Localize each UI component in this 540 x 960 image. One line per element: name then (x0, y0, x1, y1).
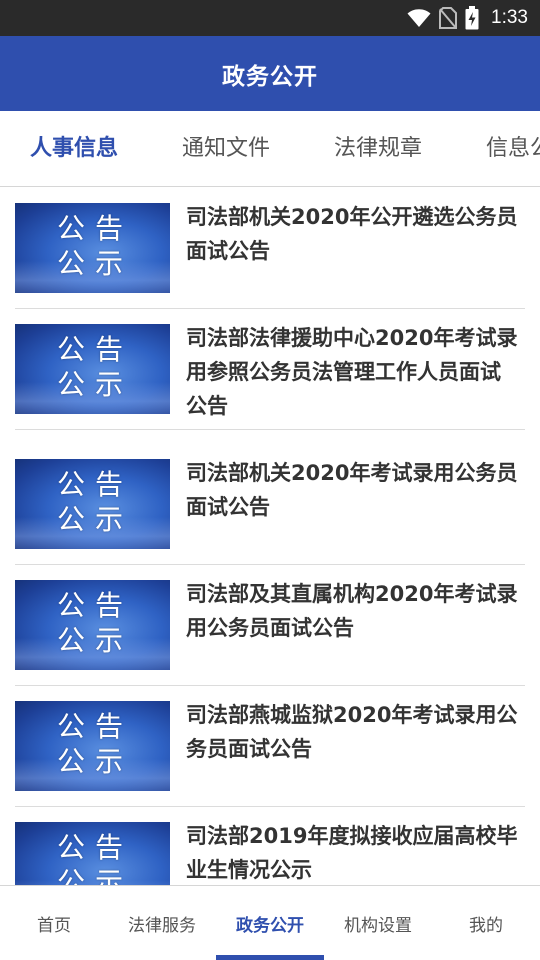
wifi-icon (407, 8, 431, 28)
news-item[interactable]: 公告 公示 司法部及其直属机构2020年考试录用公务员面试公告 (15, 565, 525, 686)
news-item[interactable]: 公告 公示 司法部2019年度拟接收应届高校毕业生情况公示 (15, 807, 525, 885)
nav-government-affairs[interactable]: 政务公开 (216, 886, 324, 960)
announcement-thumbnail: 公告 公示 (15, 822, 170, 885)
battery-charging-icon (465, 6, 479, 30)
announcement-thumbnail: 公告 公示 (15, 580, 170, 670)
news-title: 司法部2019年度拟接收应届高校毕业生情况公示 (186, 824, 518, 882)
category-tabs: 人事信息 通知文件 法律规章 信息公开 (0, 111, 540, 187)
news-title: 司法部机关2020年公开遴选公务员面试公告 (186, 205, 518, 263)
nav-legal-services[interactable]: 法律服务 (108, 886, 216, 960)
app-header: 政务公开 (0, 36, 540, 111)
tab-laws-regulations[interactable]: 法律规章 (334, 111, 422, 186)
news-item[interactable]: 公告 公示 司法部机关2020年公开遴选公务员面试公告 (15, 188, 525, 309)
status-bar: 1:33 (0, 0, 540, 36)
page-title: 政务公开 (222, 63, 318, 90)
status-time: 1:33 (491, 7, 528, 28)
active-nav-indicator (216, 955, 324, 960)
bottom-navigation: 首页 法律服务 政务公开 机构设置 我的 (0, 885, 540, 960)
tab-information-disclosure[interactable]: 信息公开 (486, 111, 540, 186)
news-item[interactable]: 公告 公示 司法部法律援助中心2020年考试录用参照公务员法管理工作人员面试公告 (15, 309, 525, 430)
news-item[interactable]: 公告 公示 司法部机关2020年考试录用公务员面试公告 (15, 444, 525, 565)
announcement-thumbnail: 公告 公示 (15, 324, 170, 414)
nav-institutions[interactable]: 机构设置 (324, 886, 432, 960)
tab-personnel-info[interactable]: 人事信息 (30, 111, 118, 186)
no-sim-icon (439, 7, 458, 29)
news-title: 司法部及其直属机构2020年考试录用公务员面试公告 (186, 582, 518, 640)
news-title: 司法部法律援助中心2020年考试录用参照公务员法管理工作人员面试公告 (186, 326, 518, 418)
news-title: 司法部机关2020年考试录用公务员面试公告 (186, 461, 518, 519)
news-title: 司法部燕城监狱2020年考试录用公务员面试公告 (186, 703, 518, 761)
news-list: 公告 公示 司法部机关2020年公开遴选公务员面试公告 公告 公示 司法部法律援… (0, 188, 540, 885)
announcement-thumbnail: 公告 公示 (15, 701, 170, 791)
nav-home[interactable]: 首页 (0, 886, 108, 960)
tab-notices[interactable]: 通知文件 (182, 111, 270, 186)
announcement-thumbnail: 公告 公示 (15, 459, 170, 549)
announcement-thumbnail: 公告 公示 (15, 203, 170, 293)
nav-mine[interactable]: 我的 (432, 886, 540, 960)
news-item[interactable]: 公告 公示 司法部燕城监狱2020年考试录用公务员面试公告 (15, 686, 525, 807)
